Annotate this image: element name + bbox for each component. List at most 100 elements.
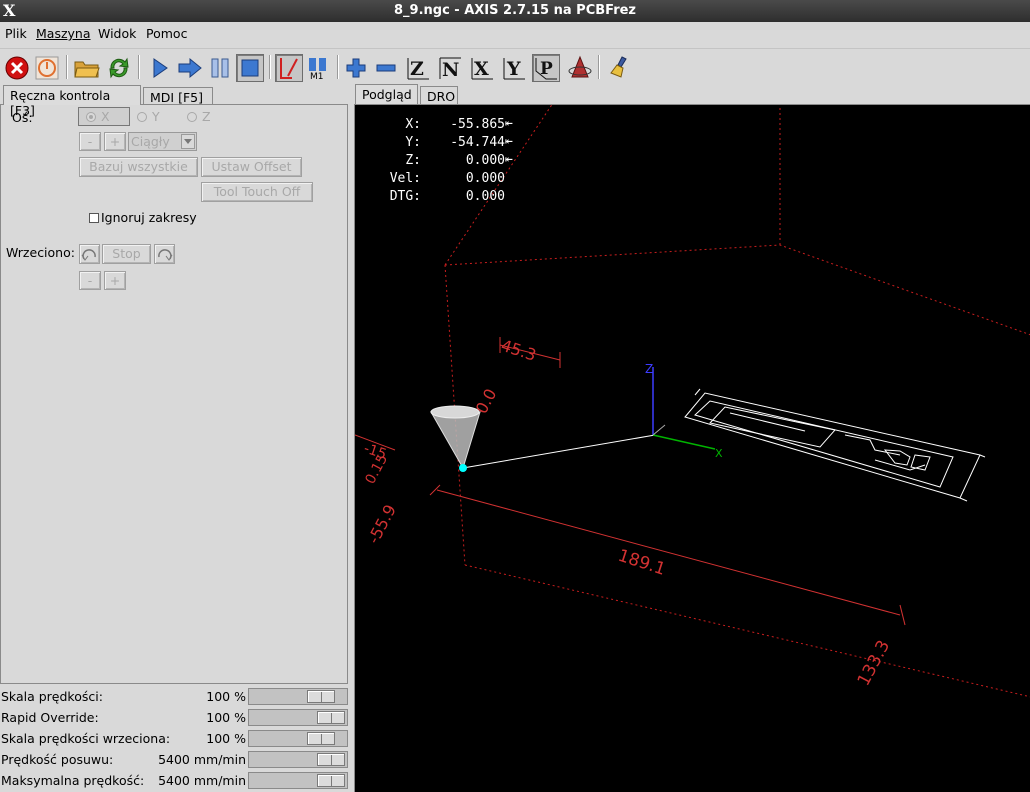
- view-p-icon[interactable]: P: [532, 54, 560, 82]
- toolpath-plot: Z X 45.3 0.0 -55.9 189.1 133.3 -15 0.15: [355, 105, 1030, 698]
- dro-vel-label: Vel:: [389, 171, 421, 186]
- feed-override-label: Skala prędkości:: [1, 689, 103, 704]
- dro-z-label: Z:: [405, 153, 421, 168]
- tab-dro[interactable]: DRO: [420, 86, 458, 104]
- view-z-icon[interactable]: Z: [404, 54, 432, 82]
- zoom-in-icon[interactable]: [342, 54, 370, 82]
- toolbar: M1 Z N X Y P: [0, 48, 1030, 84]
- optional-stop-icon[interactable]: M1: [304, 54, 332, 82]
- jog-speed-slider[interactable]: [248, 751, 348, 768]
- spindle-ccw-button[interactable]: [79, 244, 100, 264]
- rapid-override-label: Rapid Override:: [1, 710, 99, 725]
- menu-plik[interactable]: Plik: [5, 26, 27, 41]
- max-velocity-value: 5400 mm/min: [158, 773, 246, 788]
- view-y-icon[interactable]: Y: [500, 54, 528, 82]
- jog-minus-button[interactable]: -: [79, 132, 101, 151]
- spindle-override-value: 100 %: [206, 731, 246, 746]
- menu-bar: Plik Maszyna Widok Pomoc: [0, 22, 1030, 44]
- chevron-down-icon[interactable]: [181, 134, 195, 149]
- dim-label-y-min: -55.9: [364, 501, 400, 546]
- feed-override-value: 100 %: [206, 689, 246, 704]
- rapid-override-value: 100 %: [206, 710, 246, 725]
- dro-dtg-label: DTG:: [389, 189, 421, 204]
- svg-text:M1: M1: [310, 72, 324, 80]
- dro-y-value: -54.744: [450, 135, 505, 150]
- rotate-view-icon[interactable]: [566, 54, 594, 82]
- clear-plot-icon[interactable]: [607, 54, 635, 82]
- dim-label-width: 189.1: [615, 546, 667, 580]
- spindle-override-slider[interactable]: [248, 730, 348, 747]
- run-icon[interactable]: [146, 54, 174, 82]
- pause-icon[interactable]: [206, 54, 234, 82]
- spindle-minus-button[interactable]: -: [79, 271, 101, 290]
- home-arrow-icon: ⇤: [505, 134, 513, 149]
- step-icon[interactable]: [176, 54, 204, 82]
- menu-maszyna[interactable]: Maszyna: [36, 26, 91, 41]
- dro-x-value: -55.865: [450, 117, 505, 132]
- home-all-button[interactable]: Bazuj wszystkie: [79, 157, 198, 177]
- home-arrow-icon: ⇤: [505, 116, 513, 131]
- dim-label-depth: 133.3: [854, 637, 895, 689]
- view-x-icon[interactable]: X: [468, 54, 496, 82]
- set-offset-button[interactable]: Ustaw Offset: [201, 157, 302, 177]
- axis-x-label: X: [101, 109, 110, 124]
- jog-speed-label: Prędkość posuwu:: [1, 752, 114, 767]
- svg-text:Z: Z: [410, 58, 424, 80]
- spindle-stop-button[interactable]: Stop: [102, 244, 151, 264]
- jog-plus-button[interactable]: +: [104, 132, 126, 151]
- slider-thumb[interactable]: [317, 753, 345, 766]
- jog-mode-value: Ciągły: [131, 134, 170, 149]
- title-bar: X 8_9.ngc - AXIS 2.7.15 na PCBFrez: [0, 0, 1030, 22]
- spindle-plus-button[interactable]: +: [104, 271, 126, 290]
- slider-thumb[interactable]: [307, 690, 335, 703]
- dro-vel-value: 0.000: [465, 171, 505, 186]
- menu-widok[interactable]: Widok: [98, 26, 136, 41]
- feed-override-slider[interactable]: [248, 688, 348, 705]
- window-title: 8_9.ngc - AXIS 2.7.15 na PCBFrez: [393, 3, 636, 18]
- stop-icon[interactable]: [236, 54, 264, 82]
- axis-x-radio[interactable]: [86, 112, 96, 122]
- axis-y-radio[interactable]: [137, 112, 147, 122]
- ignore-limits-checkbox[interactable]: [89, 213, 99, 223]
- spindle-label: Wrzeciono:: [6, 245, 75, 260]
- dro-z-value: 0.000: [465, 153, 505, 168]
- svg-text:Y: Y: [506, 58, 521, 80]
- jog-speed-value: 5400 mm/min: [158, 752, 246, 767]
- jog-mode-select[interactable]: Ciągły: [128, 132, 197, 151]
- axis-y-label: Y: [152, 109, 160, 124]
- reload-icon[interactable]: [105, 54, 133, 82]
- z-axis-label: Z: [645, 362, 653, 376]
- tool-position-marker: [459, 464, 467, 472]
- tool-touch-off-button[interactable]: Tool Touch Off: [201, 182, 313, 202]
- block-delete-icon[interactable]: [275, 54, 303, 82]
- view-z2-icon[interactable]: N: [436, 54, 464, 82]
- max-velocity-slider[interactable]: [248, 772, 348, 789]
- spindle-ccw-icon: [81, 249, 96, 261]
- dro-x-label: X:: [405, 117, 421, 132]
- machine-power-icon[interactable]: [33, 54, 61, 82]
- svg-text:X: X: [474, 58, 489, 80]
- spindle-override-label: Skala prędkości wrzeciona:: [1, 731, 171, 746]
- rapid-override-slider[interactable]: [248, 709, 348, 726]
- menu-pomoc[interactable]: Pomoc: [146, 26, 187, 41]
- tab-manual-control[interactable]: Ręczna kontrola [F3]: [3, 85, 141, 118]
- open-file-icon[interactable]: [73, 54, 101, 82]
- manual-control-panel: Oś: X Y Z - + Ciągły Bazuj wszystkie Ust…: [0, 104, 348, 684]
- zoom-out-icon[interactable]: [372, 54, 400, 82]
- home-arrow-icon: ⇤: [505, 152, 513, 167]
- ignore-limits-label: Ignoruj zakresy: [101, 210, 197, 225]
- preview-canvas[interactable]: Z X 45.3 0.0 -55.9 189.1 133.3 -15 0.15 …: [354, 104, 1030, 792]
- estop-icon[interactable]: [3, 54, 31, 82]
- svg-text:N: N: [442, 59, 459, 81]
- axis-x-radio-frame[interactable]: X: [78, 107, 130, 126]
- slider-thumb[interactable]: [307, 732, 335, 745]
- dim-label-x-top: 45.3: [499, 336, 539, 365]
- slider-thumb[interactable]: [317, 774, 345, 787]
- slider-thumb[interactable]: [317, 711, 345, 724]
- dro-y-label: Y:: [405, 135, 421, 150]
- tab-preview[interactable]: Podgląd: [355, 84, 418, 104]
- spindle-cw-icon: [158, 249, 173, 261]
- axis-z-radio[interactable]: [187, 112, 197, 122]
- spindle-cw-button[interactable]: [154, 244, 175, 264]
- tab-mdi[interactable]: MDI [F5]: [143, 87, 213, 105]
